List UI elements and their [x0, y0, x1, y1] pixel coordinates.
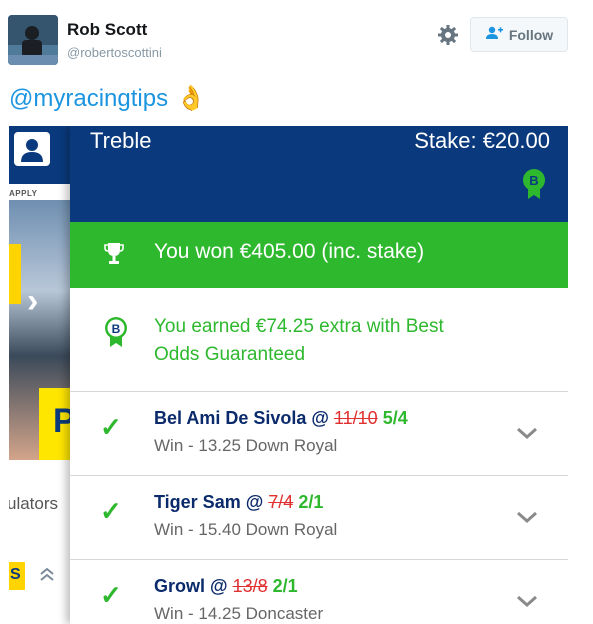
bog-bonus-row: B You earned €74.25 extra with Best Odds…	[70, 288, 568, 392]
boosted-odds: 2/1	[272, 576, 298, 596]
stake-amount: Stake: €20.00	[414, 128, 550, 153]
selection-result: Win - 15.40 Down Royal	[154, 520, 338, 539]
selection-result: Win - 13.25 Down Royal	[154, 436, 338, 455]
original-odds: 7/4	[268, 492, 294, 512]
double-chevron-up-icon	[39, 566, 55, 587]
original-odds: 11/10	[333, 408, 378, 428]
trophy-icon	[104, 242, 124, 266]
bog-bonus-text: You earned €74.25 extra with Best Odds G…	[154, 316, 444, 365]
follow-button[interactable]: Follow	[470, 17, 568, 52]
banner-accent	[9, 244, 21, 304]
follow-label: Follow	[508, 26, 554, 43]
bet-card: Treble Stake: €20.00 B You won €405.00 (…	[70, 126, 568, 624]
ok-hand-emoji: 👌	[176, 85, 206, 112]
selection-row[interactable]: ✓ Tiger Sam @ 7/4 2/1 Win - 15.40 Down R…	[70, 476, 568, 560]
svg-text:B: B	[112, 322, 121, 336]
selection-row[interactable]: ✓ Growl @ 13/8 2/1 Win - 14.25 Doncaster	[70, 560, 568, 624]
boosted-odds: 2/1	[298, 492, 324, 512]
gear-icon[interactable]	[437, 24, 459, 46]
display-name[interactable]: Rob Scott	[67, 20, 147, 40]
mention-link[interactable]: @myracingtips	[9, 85, 168, 113]
bet-card-header: Treble Stake: €20.00 B	[70, 126, 568, 222]
checkmark-icon: ✓	[100, 496, 122, 526]
sport-chip: S	[9, 562, 25, 590]
selection-title: Growl @ 13/8 2/1	[154, 576, 298, 597]
chevron-down-icon[interactable]	[516, 426, 538, 440]
user-handle[interactable]: @robertoscottini	[67, 45, 162, 60]
original-odds: 13/8	[232, 576, 268, 596]
selection-result: Win - 14.25 Doncaster	[154, 604, 324, 623]
selection-title: Bel Ami De Sivola @ 11/10 5/4	[154, 408, 408, 429]
tweet-text: @myracingtips 👌	[9, 84, 206, 113]
avatar[interactable]	[8, 15, 58, 65]
checkmark-icon: ✓	[100, 580, 122, 610]
bet-type: Treble	[90, 128, 152, 153]
accumulators-label: ulators	[9, 494, 59, 513]
boosted-odds: 5/4	[382, 408, 408, 428]
chevron-down-icon[interactable]	[516, 510, 538, 524]
user-icon	[14, 132, 50, 166]
background-app: APPLY › P ulators S	[9, 126, 76, 624]
checkmark-icon: ✓	[100, 412, 122, 442]
selection-name: Tiger Sam @	[154, 492, 269, 512]
win-banner: You won €405.00 (inc. stake)	[70, 222, 568, 288]
selection-name: Bel Ami De Sivola @	[154, 408, 334, 428]
chevron-right-icon: ›	[27, 282, 39, 320]
bog-badge-icon: B	[104, 316, 128, 348]
selection-title: Tiger Sam @ 7/4 2/1	[154, 492, 323, 513]
chevron-down-icon[interactable]	[516, 594, 538, 608]
app-topbar	[9, 126, 75, 184]
bog-badge-icon: B	[522, 168, 546, 200]
tweet-media[interactable]: APPLY › P ulators S Treble Stake: €20.00…	[9, 126, 568, 624]
selection-row[interactable]: ✓ Bel Ami De Sivola @ 11/10 5/4 Win - 13…	[70, 392, 568, 476]
win-amount: You won €405.00 (inc. stake)	[154, 240, 425, 263]
svg-text:B: B	[529, 173, 538, 188]
add-user-icon	[485, 26, 503, 43]
apply-label: APPLY	[9, 189, 38, 198]
selection-name: Growl @	[154, 576, 233, 596]
